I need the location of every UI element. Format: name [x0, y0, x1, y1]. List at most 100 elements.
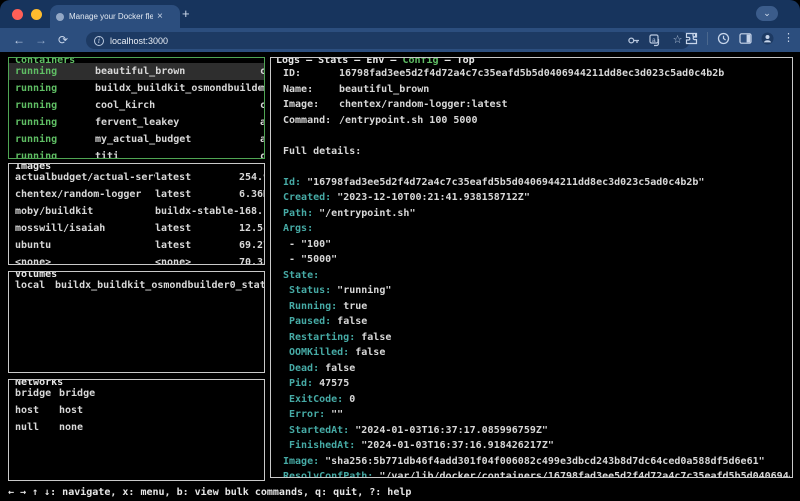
cell: latest: [155, 169, 239, 186]
site-info-icon[interactable]: i: [94, 36, 104, 46]
detail-value: false: [355, 332, 391, 343]
detail-value: false: [331, 316, 367, 327]
detail-value: "16798fad3ee5d2f4d72a4c7c35eafd5b5d04069…: [301, 177, 704, 188]
summary-line: ID:16798fad3ee5d2f4d72a4c7c35eafd5b5d040…: [283, 66, 790, 82]
cell: act: [260, 131, 264, 148]
tab-strip: Manage your Docker fleet wi × + ⌄: [0, 0, 800, 28]
cell: my_actual_budget: [95, 131, 260, 148]
translate-icon[interactable]: a: [649, 34, 662, 47]
inspector-tab-top[interactable]: Top: [457, 57, 475, 66]
browser-toolbar: ← → ⟳ i localhost:3000 a ☆: [0, 28, 800, 52]
detail-line: Status: "running": [283, 283, 790, 299]
cell: buildx_buildkit_osmondbuilder0_state: [55, 277, 264, 294]
detail-line: [283, 128, 790, 144]
cell: 168.13: [239, 203, 264, 220]
images-panel: Images actualbudget/actual-serverlatest2…: [8, 163, 265, 265]
detail-key: FinishedAt:: [289, 440, 355, 451]
cell: running: [15, 63, 95, 80]
detail-key: State:: [283, 270, 319, 281]
summary-line: Name:beautiful_brown: [283, 82, 790, 98]
back-button[interactable]: ←: [8, 33, 30, 47]
isaiah-terminal: Containers runningbeautiful_browncherunn…: [0, 52, 800, 501]
address-bar[interactable]: i localhost:3000 a ☆: [86, 32, 690, 49]
cell: <none>: [155, 254, 239, 265]
cell: 12.58M: [239, 220, 264, 237]
detail-line: - "5000": [283, 252, 790, 268]
detail-line: - "100": [283, 237, 790, 253]
summary-value: beautiful_brown: [339, 84, 429, 95]
close-window-button[interactable]: [12, 9, 23, 20]
summary-key: Command:: [283, 113, 339, 129]
cell: running: [15, 80, 95, 97]
detail-value: "sha256:5b771db46f4add301f04f006082c499e…: [319, 456, 765, 467]
toolbar-separator: [707, 32, 708, 45]
cell: 70.33M: [239, 254, 264, 265]
detail-value: false: [319, 363, 355, 374]
tab-close-icon[interactable]: ×: [157, 11, 163, 22]
reload-button[interactable]: ⟳: [52, 33, 74, 47]
detail-line: Restarting: false: [283, 330, 790, 346]
inspector-tab-stats[interactable]: Stats: [318, 57, 348, 66]
cell: fervent_leakey: [95, 114, 260, 131]
container-row[interactable]: runningmy_actual_budgetact: [9, 131, 264, 148]
detail-value: 0: [343, 394, 355, 405]
detail-key: OOMKilled:: [289, 347, 349, 358]
detail-key: Path:: [283, 208, 313, 219]
cell: che: [260, 97, 264, 114]
image-row[interactable]: <none><none>70.33M: [9, 254, 264, 265]
container-row[interactable]: runningbeautiful_brownche: [9, 63, 264, 80]
forward-button[interactable]: →: [30, 33, 52, 47]
network-row[interactable]: nullnone: [9, 419, 264, 436]
detail-key: Id:: [283, 177, 301, 188]
image-row[interactable]: ubuntulatest69.27M: [9, 237, 264, 254]
svg-text:a: a: [652, 37, 656, 44]
container-row[interactable]: runningbuildx_buildkit_osmondbuilder0mob: [9, 80, 264, 97]
inspector-tab-env[interactable]: Env: [366, 57, 384, 66]
minimize-window-button[interactable]: [31, 9, 42, 20]
profile-avatar[interactable]: [761, 32, 774, 45]
extensions-puzzle-icon[interactable]: [685, 32, 698, 45]
cell: 6.36MB: [239, 186, 264, 203]
summary-value: 16798fad3ee5d2f4d72a4c7c35eafd5b5d040694…: [339, 68, 724, 79]
cell: mosswill/isaiah: [15, 220, 155, 237]
tab-separator: —: [348, 57, 366, 66]
detail-text: - "100": [289, 239, 331, 250]
network-row[interactable]: hosthost: [9, 402, 264, 419]
detail-line: Image: "sha256:5b771db46f4add301f04f0060…: [283, 454, 790, 470]
detail-line: Path: "/entrypoint.sh": [283, 206, 790, 222]
tab-search-chevron-icon[interactable]: ⌄: [756, 6, 778, 21]
volume-row[interactable]: localbuildx_buildkit_osmondbuilder0_stat…: [9, 277, 264, 294]
image-row[interactable]: mosswill/isaiahlatest12.58M: [9, 220, 264, 237]
cell: running: [15, 148, 95, 159]
side-panel-icon[interactable]: [739, 32, 752, 45]
browser-menu-icon[interactable]: ⋮: [783, 32, 794, 45]
tab-favicon-icon: [56, 13, 64, 21]
cell: chentex/random-logger: [15, 186, 155, 203]
detail-value: "2024-01-03T16:37:17.085996759Z": [349, 425, 548, 436]
cell: cool_kirch: [95, 97, 260, 114]
bookmark-star-icon[interactable]: ☆: [671, 34, 684, 47]
container-row[interactable]: runningfervent_leakeyact: [9, 114, 264, 131]
cell: titi: [95, 148, 260, 159]
password-key-icon[interactable]: [627, 34, 640, 47]
image-row[interactable]: actualbudget/actual-serverlatest254.96: [9, 169, 264, 186]
cell: moby/buildkit: [15, 203, 155, 220]
detail-line: Full details:: [283, 144, 790, 160]
cell: beautiful_brown: [95, 63, 260, 80]
image-row[interactable]: chentex/random-loggerlatest6.36MB: [9, 186, 264, 203]
cell: host: [59, 402, 83, 419]
inspector-tab-config[interactable]: Config: [402, 57, 438, 66]
inspector-tab-logs[interactable]: Logs: [276, 57, 300, 66]
url-text: localhost:3000: [110, 36, 168, 46]
extension-badge-icon[interactable]: [717, 32, 730, 45]
network-row[interactable]: bridgebridge: [9, 385, 264, 402]
browser-tab[interactable]: Manage your Docker fleet wi ×: [50, 5, 180, 28]
new-tab-button[interactable]: +: [182, 7, 190, 20]
tab-separator: —: [439, 57, 457, 66]
image-row[interactable]: moby/buildkitbuildx-stable-1168.13: [9, 203, 264, 220]
container-row[interactable]: runningtitiche: [9, 148, 264, 159]
container-row[interactable]: runningcool_kirchche: [9, 97, 264, 114]
detail-line: Pid: 47575: [283, 376, 790, 392]
cell: buildx-stable-1: [155, 203, 239, 220]
cell: running: [15, 131, 95, 148]
